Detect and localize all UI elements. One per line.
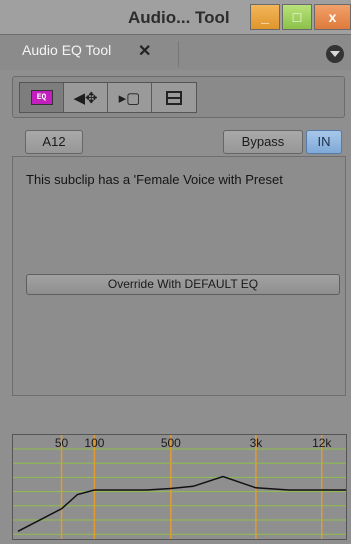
- title-bar: Audio... Tool _ □ x: [0, 0, 351, 34]
- frequency-label: 12k: [312, 436, 332, 450]
- close-icon: x: [328, 9, 337, 25]
- override-default-eq-button[interactable]: Override With DEFAULT EQ: [26, 274, 340, 295]
- frequency-label: 50: [55, 436, 69, 450]
- speaker-arrows-icon: ◀✥: [73, 89, 98, 107]
- frame-icon: ▸▢: [118, 89, 141, 107]
- horizontal-split-icon: [166, 90, 182, 105]
- close-button[interactable]: x: [314, 4, 351, 30]
- frequency-label: 3k: [250, 436, 264, 450]
- subclip-info-text: This subclip has a 'Female Voice with Pr…: [26, 172, 283, 187]
- controls-row: A12 Bypass IN: [0, 126, 351, 156]
- frame-button[interactable]: ▸▢: [108, 83, 152, 112]
- tab-menu-icon[interactable]: [326, 45, 344, 63]
- toolbar: EQ ◀✥ ▸▢: [19, 82, 197, 113]
- frequency-label: 500: [161, 436, 181, 450]
- maximize-icon: □: [292, 9, 302, 25]
- eq-icon: EQ: [30, 90, 53, 105]
- window-title: Audio... Tool: [128, 8, 230, 27]
- in-button[interactable]: IN: [306, 130, 342, 154]
- eq-curve-line: [17, 475, 346, 532]
- audio-settings-button[interactable]: ◀✥: [64, 83, 108, 112]
- tab-close-icon[interactable]: ✕: [138, 41, 151, 61]
- minimize-icon: _: [261, 9, 269, 25]
- tab-divider: [178, 41, 179, 67]
- toolbar-container: EQ ◀✥ ▸▢: [12, 76, 345, 118]
- split-button[interactable]: [152, 83, 196, 112]
- eq-info-panel: This subclip has a 'Female Voice with Pr…: [12, 156, 346, 396]
- minimize-button[interactable]: _: [250, 4, 280, 30]
- eq-curve-svg: 50 100 500 3k 12k: [13, 435, 346, 539]
- track-selector-button[interactable]: A12: [25, 130, 83, 154]
- frequency-label: 100: [84, 436, 104, 450]
- tab-bar: Audio EQ Tool ✕: [0, 34, 351, 70]
- tab-audio-eq-tool[interactable]: Audio EQ Tool: [22, 42, 111, 58]
- bypass-button[interactable]: Bypass: [223, 130, 303, 154]
- maximize-button[interactable]: □: [282, 4, 312, 30]
- eq-curve-graph[interactable]: 50 100 500 3k 12k: [12, 434, 347, 540]
- eq-mode-button[interactable]: EQ: [20, 83, 64, 112]
